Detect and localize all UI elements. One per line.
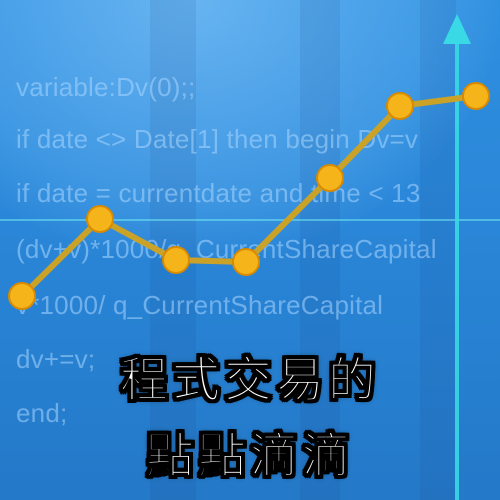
trend-point [462,82,490,110]
trend-point [232,248,260,276]
trend-point [316,164,344,192]
trend-point [86,205,114,233]
title-line-2: 點點滴滴 [145,428,354,485]
trend-point [8,282,36,310]
trend-point [162,246,190,274]
title-line-1: 程式交易的 [119,352,380,409]
trend-point [386,92,414,120]
illustration-canvas: variable:Dv(0);; if date <> Date[1] then… [0,0,500,500]
